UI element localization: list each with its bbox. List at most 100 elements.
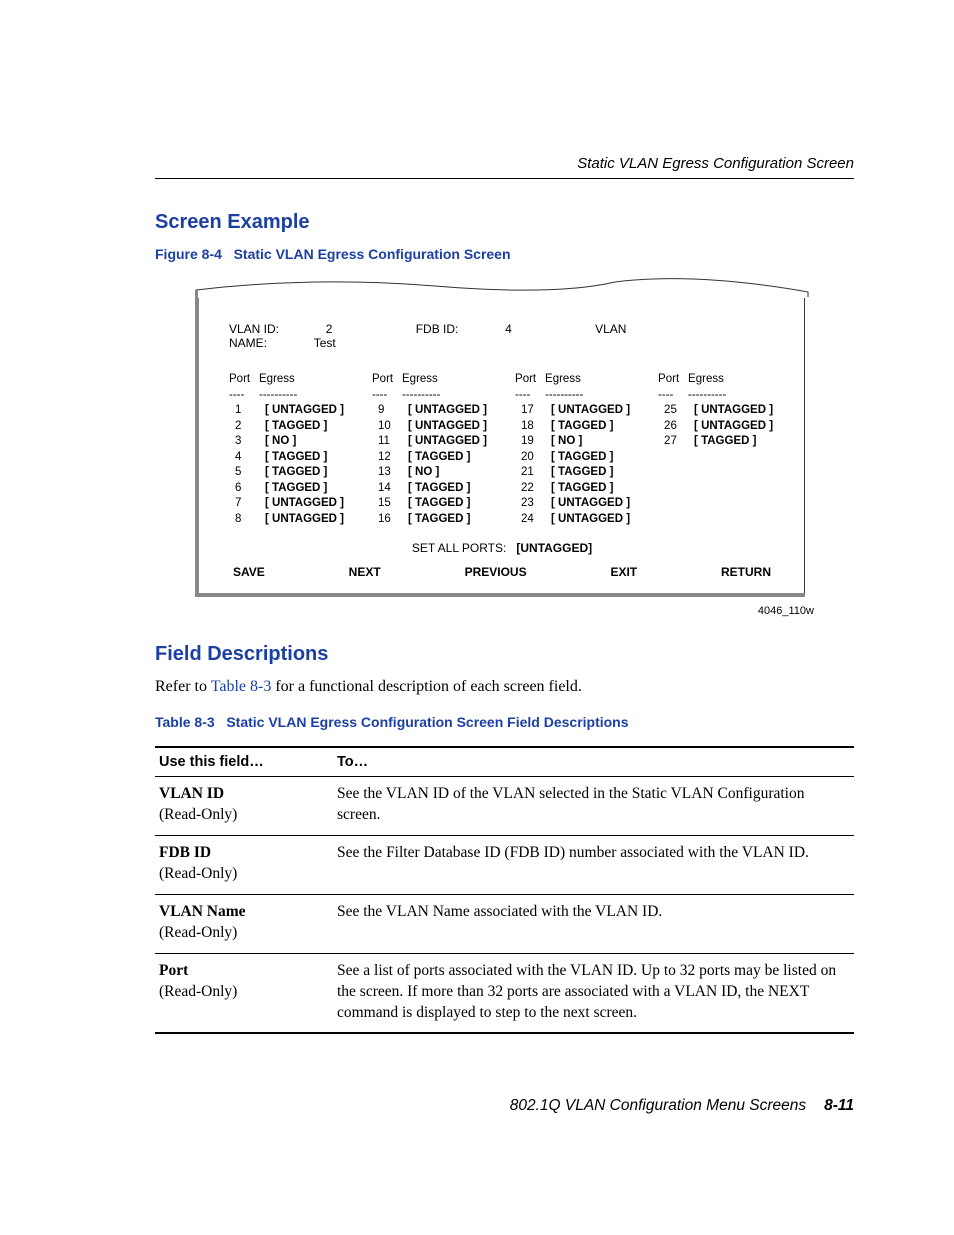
col-dash: ---------- [259, 388, 297, 404]
egress-value[interactable]: [ TAGGED ] [408, 512, 470, 528]
egress-value[interactable]: [ TAGGED ] [408, 481, 470, 497]
port-row: 18[ TAGGED ] [515, 419, 630, 435]
port-row: 1[ UNTAGGED ] [229, 403, 344, 419]
port-number: 3 [229, 434, 265, 450]
fdb-id-label: FDB ID: [416, 322, 459, 336]
table-caption-text: Static VLAN Egress Configuration Screen … [226, 714, 628, 730]
field-readonly: (Read-Only) [159, 864, 329, 885]
set-all-label: SET ALL PORTS: [412, 541, 507, 555]
port-number: 21 [515, 465, 551, 481]
figure-caption-num: Figure 8-4 [155, 246, 222, 262]
egress-value[interactable]: [ UNTAGGED ] [551, 403, 630, 419]
footer-page-number: 8-11 [824, 1097, 854, 1114]
egress-value[interactable]: [ UNTAGGED ] [551, 496, 630, 512]
footer-text: 802.1Q VLAN Configuration Menu Screens [510, 1097, 806, 1114]
egress-value[interactable]: [ NO ] [265, 434, 296, 450]
col-header-port: Port [229, 372, 259, 388]
egress-value[interactable]: [ TAGGED ] [265, 481, 327, 497]
port-row: 17[ UNTAGGED ] [515, 403, 630, 419]
port-number: 23 [515, 496, 551, 512]
col-dash: ---------- [545, 388, 583, 404]
egress-value[interactable]: [ TAGGED ] [551, 465, 613, 481]
port-column: PortEgress--------------25[ UNTAGGED ]26… [658, 372, 773, 527]
egress-value[interactable]: [ UNTAGGED ] [694, 403, 773, 419]
egress-value[interactable]: [ TAGGED ] [408, 450, 470, 466]
refer-suffix: for a functional description of each scr… [271, 678, 582, 695]
egress-value[interactable]: [ UNTAGGED ] [408, 419, 487, 435]
port-number: 17 [515, 403, 551, 419]
egress-value[interactable]: [ UNTAGGED ] [694, 419, 773, 435]
port-number: 5 [229, 465, 265, 481]
port-number: 6 [229, 481, 265, 497]
port-row: 21[ TAGGED ] [515, 465, 630, 481]
port-number: 19 [515, 434, 551, 450]
egress-value[interactable]: [ TAGGED ] [694, 434, 756, 450]
field-description: See the Filter Database ID (FDB ID) numb… [333, 836, 854, 895]
egress-value[interactable]: [ TAGGED ] [265, 419, 327, 435]
port-number: 20 [515, 450, 551, 466]
col-dash: ---- [515, 388, 545, 404]
next-button[interactable]: NEXT [349, 565, 381, 579]
egress-value[interactable]: [ UNTAGGED ] [408, 403, 487, 419]
field-description: See the VLAN Name associated with the VL… [333, 894, 854, 953]
port-number: 7 [229, 496, 265, 512]
egress-value[interactable]: [ UNTAGGED ] [265, 496, 344, 512]
egress-value[interactable]: [ NO ] [551, 434, 582, 450]
port-number: 10 [372, 419, 408, 435]
field-name: FDB ID [159, 844, 211, 861]
previous-button[interactable]: PREVIOUS [465, 565, 527, 579]
field-description-table: Use this field… To… VLAN ID(Read-Only)Se… [155, 746, 854, 1034]
egress-value[interactable]: [ TAGGED ] [408, 496, 470, 512]
egress-value[interactable]: [ UNTAGGED ] [551, 512, 630, 528]
section-screen-example: Screen Example [155, 211, 854, 234]
screen-frame: VLAN ID: 2 FDB ID: 4 VLAN NAME: Test Por… [195, 298, 805, 597]
egress-value[interactable]: [ TAGGED ] [551, 419, 613, 435]
return-button[interactable]: RETURN [721, 565, 771, 579]
exit-button[interactable]: EXIT [610, 565, 637, 579]
screen-header-line: VLAN ID: 2 FDB ID: 4 VLAN NAME: Test [229, 322, 775, 350]
egress-value[interactable]: [ TAGGED ] [551, 450, 613, 466]
port-column: PortEgress--------------9[ UNTAGGED ]10[… [372, 372, 487, 527]
col-header-port: Port [372, 372, 402, 388]
port-number: 8 [229, 512, 265, 528]
table-header-to: To… [333, 747, 854, 777]
egress-value[interactable]: [ TAGGED ] [265, 450, 327, 466]
port-row: 10[ UNTAGGED ] [372, 419, 487, 435]
port-columns: PortEgress--------------1[ UNTAGGED ]2[ … [229, 372, 775, 527]
save-button[interactable]: SAVE [233, 565, 265, 579]
port-row: 26[ UNTAGGED ] [658, 419, 773, 435]
port-number: 24 [515, 512, 551, 528]
egress-value[interactable]: [ UNTAGGED ] [265, 403, 344, 419]
port-number: 2 [229, 419, 265, 435]
port-row: 5[ TAGGED ] [229, 465, 344, 481]
port-row: 25[ UNTAGGED ] [658, 403, 773, 419]
port-number: 14 [372, 481, 408, 497]
port-row: 16[ TAGGED ] [372, 512, 487, 528]
field-readonly: (Read-Only) [159, 982, 329, 1003]
egress-value[interactable]: [ UNTAGGED ] [265, 512, 344, 528]
button-row: SAVE NEXT PREVIOUS EXIT RETURN [229, 565, 775, 579]
refer-prefix: Refer to [155, 678, 211, 695]
port-row: 9[ UNTAGGED ] [372, 403, 487, 419]
port-row: 4[ TAGGED ] [229, 450, 344, 466]
col-dash: ---- [229, 388, 259, 404]
port-row: 19[ NO ] [515, 434, 630, 450]
egress-value[interactable]: [ TAGGED ] [265, 465, 327, 481]
port-column: PortEgress--------------1[ UNTAGGED ]2[ … [229, 372, 344, 527]
port-number: 16 [372, 512, 408, 528]
port-row: 20[ TAGGED ] [515, 450, 630, 466]
port-number: 27 [658, 434, 694, 450]
col-header-egress: Egress [259, 372, 295, 388]
port-row: 27[ TAGGED ] [658, 434, 773, 450]
egress-value[interactable]: [ TAGGED ] [551, 481, 613, 497]
egress-value[interactable]: [ UNTAGGED ] [408, 434, 487, 450]
screen-figure: VLAN ID: 2 FDB ID: 4 VLAN NAME: Test Por… [195, 278, 854, 597]
egress-value[interactable]: [ NO ] [408, 465, 439, 481]
port-row: 7[ UNTAGGED ] [229, 496, 344, 512]
table-8-3-link[interactable]: Table 8-3 [211, 678, 272, 695]
port-number: 4 [229, 450, 265, 466]
set-all-value[interactable]: [UNTAGGED] [516, 541, 592, 555]
vlan-name-value: Test [314, 336, 336, 350]
port-number: 13 [372, 465, 408, 481]
port-column: PortEgress--------------17[ UNTAGGED ]18… [515, 372, 630, 527]
